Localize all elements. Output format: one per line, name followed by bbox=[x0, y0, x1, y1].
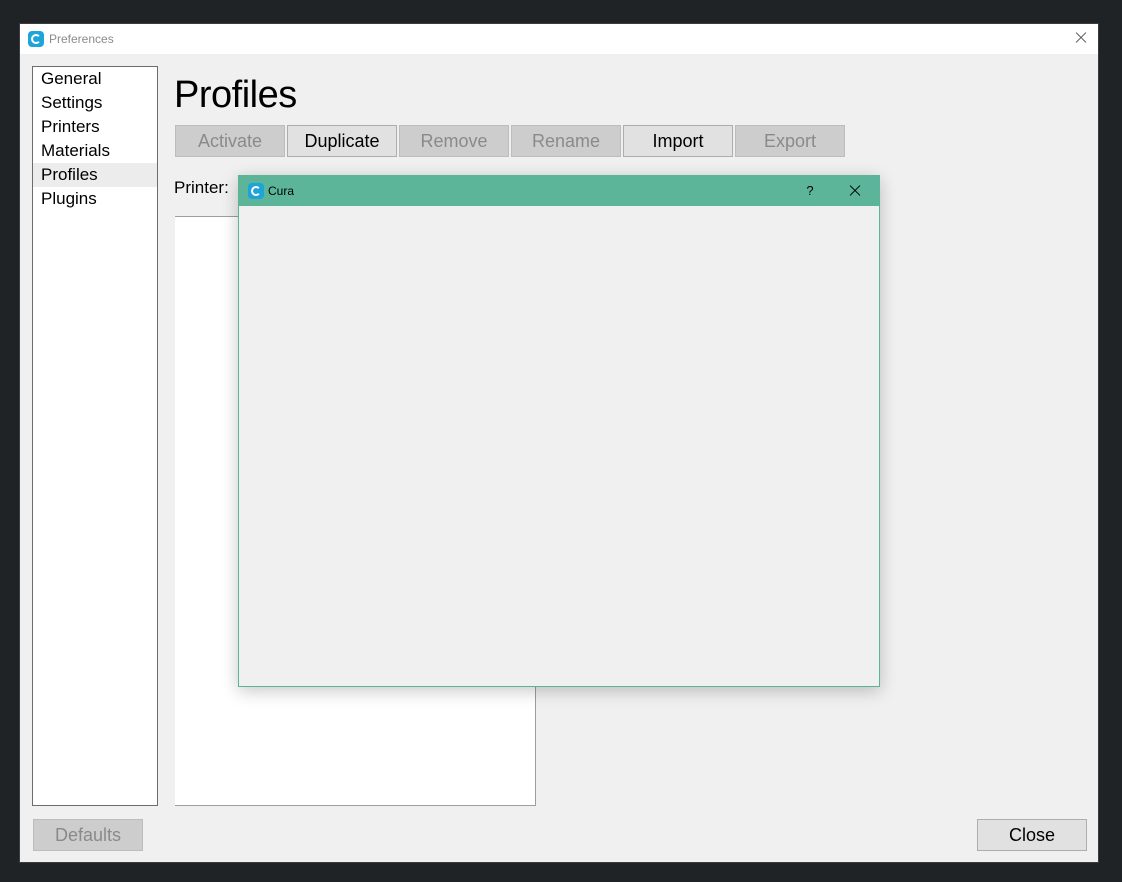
sidebar-item-profiles[interactable]: Profiles bbox=[33, 163, 157, 187]
cura-logo-icon bbox=[28, 31, 44, 47]
defaults-button[interactable]: Defaults bbox=[33, 819, 143, 851]
close-button[interactable]: Close bbox=[977, 819, 1087, 851]
import-button[interactable]: Import bbox=[623, 125, 733, 157]
sidebar-item-printers[interactable]: Printers bbox=[33, 115, 157, 139]
duplicate-button[interactable]: Duplicate bbox=[287, 125, 397, 157]
window-titlebar: Preferences bbox=[20, 24, 1098, 54]
dialog-close-button[interactable] bbox=[846, 182, 864, 200]
sidebar-item-plugins[interactable]: Plugins bbox=[33, 187, 157, 211]
sidebar-item-settings[interactable]: Settings bbox=[33, 91, 157, 115]
dialog-titlebar: Cura ? bbox=[239, 176, 879, 206]
export-button[interactable]: Export bbox=[735, 125, 845, 157]
sidebar-item-materials[interactable]: Materials bbox=[33, 139, 157, 163]
window-title: Preferences bbox=[49, 32, 114, 46]
help-button[interactable]: ? bbox=[803, 182, 817, 200]
window-close-button[interactable] bbox=[1072, 29, 1090, 47]
cura-logo-icon bbox=[248, 183, 264, 199]
preferences-sidebar: General Settings Printers Materials Prof… bbox=[32, 66, 158, 806]
cura-dialog: Cura ? bbox=[238, 175, 880, 687]
dialog-title: Cura bbox=[268, 184, 295, 198]
printer-label: Printer: bbox=[174, 178, 229, 197]
rename-button[interactable]: Rename bbox=[511, 125, 621, 157]
remove-button[interactable]: Remove bbox=[399, 125, 509, 157]
page-title: Profiles bbox=[174, 74, 297, 116]
sidebar-item-general[interactable]: General bbox=[33, 67, 157, 91]
activate-button[interactable]: Activate bbox=[175, 125, 285, 157]
